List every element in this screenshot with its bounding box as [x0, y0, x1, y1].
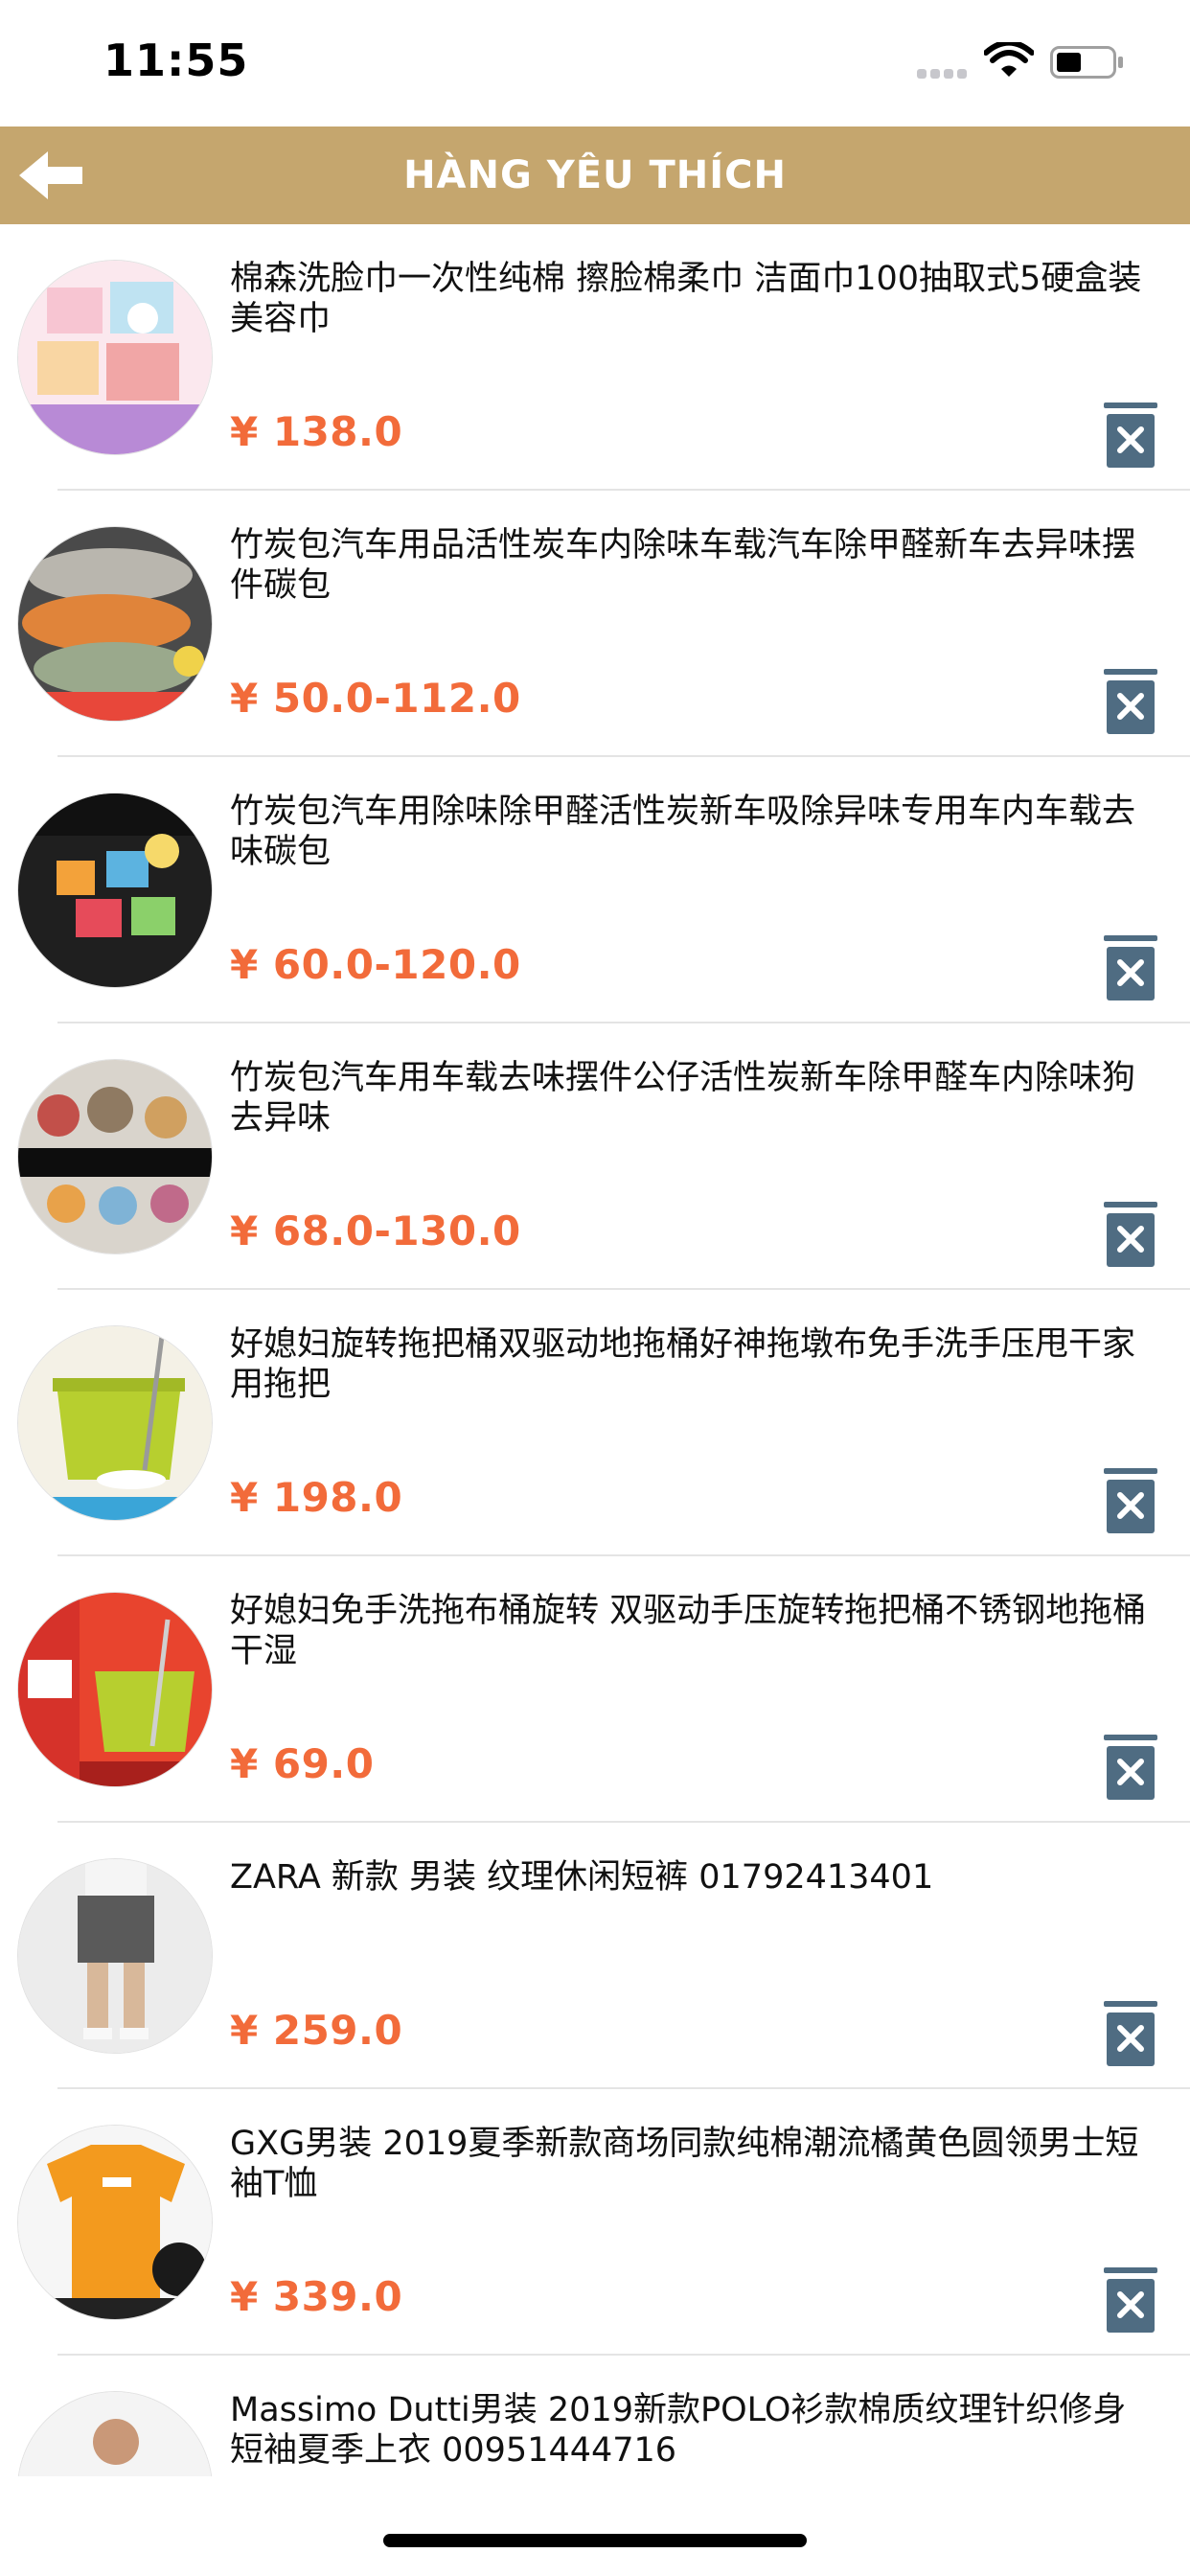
- product-image: [17, 526, 213, 722]
- product-title[interactable]: 竹炭包汽车用车载去味摆件公仔活性炭新车除甲醛车内除味狗去异味: [230, 1058, 1150, 1138]
- product-title[interactable]: 好媳妇旋转拖把桶双驱动地拖桶好神拖墩布免手洗手压甩干家用拖把: [230, 1324, 1150, 1405]
- favorite-item[interactable]: GXG男装 2019夏季新款商场同款纯棉潮流橘黄色圆领男士短袖T恤 ¥ 339.…: [0, 2089, 1190, 2356]
- product-price: ¥ 69.0: [230, 1740, 375, 1787]
- product-title[interactable]: 竹炭包汽车用除味除甲醛活性炭新车吸除异味专用车内车载去味碳包: [230, 792, 1150, 872]
- delete-button[interactable]: [1102, 2001, 1159, 2068]
- product-image: [17, 1325, 213, 1521]
- product-price: ¥ 198.0: [230, 1474, 403, 1521]
- favorite-item[interactable]: 竹炭包汽车用车载去味摆件公仔活性炭新车除甲醛车内除味狗去异味 ¥ 68.0-13…: [0, 1024, 1190, 1290]
- product-image: [17, 2125, 213, 2320]
- favorite-item[interactable]: 竹炭包汽车用除味除甲醛活性炭新车吸除异味专用车内车载去味碳包 ¥ 60.0-12…: [0, 757, 1190, 1024]
- favorite-item[interactable]: 棉森洗脸巾一次性纯棉 擦脸棉柔巾 洁面巾100抽取式5硬盒装美容巾 ¥ 138.…: [0, 224, 1190, 491]
- page-title: HÀNG YÊU THÍCH: [403, 153, 787, 197]
- status-bar: 11:55: [0, 0, 1190, 126]
- favorite-item[interactable]: 竹炭包汽车用品活性炭车内除味车载汽车除甲醛新车去异味摆件碳包 ¥ 50.0-11…: [0, 491, 1190, 757]
- delete-button[interactable]: [1102, 1202, 1159, 1269]
- favorite-item[interactable]: Massimo Dutti男装 2019新款POLO衫款棉质纹理针织修身短袖夏季…: [0, 2356, 1190, 2476]
- product-price: ¥ 50.0-112.0: [230, 675, 521, 722]
- delete-button[interactable]: [1102, 1468, 1159, 1535]
- delete-button[interactable]: [1102, 669, 1159, 736]
- product-image: [17, 2391, 213, 2476]
- product-price: ¥ 60.0-120.0: [230, 941, 521, 988]
- product-title[interactable]: 竹炭包汽车用品活性炭车内除味车载汽车除甲醛新车去异味摆件碳包: [230, 525, 1150, 606]
- favorites-list[interactable]: 棉森洗脸巾一次性纯棉 擦脸棉柔巾 洁面巾100抽取式5硬盒装美容巾 ¥ 138.…: [0, 224, 1190, 2476]
- product-image: [17, 793, 213, 988]
- delete-button[interactable]: [1102, 2267, 1159, 2334]
- wifi-icon: [984, 42, 1034, 77]
- product-image: [17, 1858, 213, 2054]
- product-image: [17, 260, 213, 455]
- product-price: ¥ 138.0: [230, 408, 403, 455]
- product-image: [17, 1592, 213, 1787]
- product-title[interactable]: Massimo Dutti男装 2019新款POLO衫款棉质纹理针织修身短袖夏季…: [230, 2390, 1150, 2471]
- product-title[interactable]: 好媳妇免手洗拖布桶旋转 双驱动手压旋转拖把桶不锈钢地拖桶干湿: [230, 1591, 1150, 1671]
- battery-icon: [1050, 46, 1123, 79]
- favorite-item[interactable]: ZARA 新款 男装 纹理休闲短裤 01792413401 ¥ 259.0: [0, 1823, 1190, 2089]
- product-price: ¥ 68.0-130.0: [230, 1208, 521, 1254]
- product-image: [17, 1059, 213, 1254]
- favorite-item[interactable]: 好媳妇旋转拖把桶双驱动地拖桶好神拖墩布免手洗手压甩干家用拖把 ¥ 198.0: [0, 1290, 1190, 1556]
- product-title[interactable]: 棉森洗脸巾一次性纯棉 擦脸棉柔巾 洁面巾100抽取式5硬盒装美容巾: [230, 259, 1150, 339]
- cellular-signal-icon: [917, 69, 974, 82]
- product-title[interactable]: GXG男装 2019夏季新款商场同款纯棉潮流橘黄色圆领男士短袖T恤: [230, 2124, 1150, 2204]
- product-price: ¥ 259.0: [230, 2007, 403, 2054]
- status-time: 11:55: [103, 34, 249, 86]
- product-price: ¥ 339.0: [230, 2273, 403, 2320]
- delete-button[interactable]: [1102, 935, 1159, 1002]
- header-bar: HÀNG YÊU THÍCH: [0, 126, 1190, 224]
- delete-button[interactable]: [1102, 402, 1159, 470]
- home-indicator[interactable]: [383, 2534, 807, 2547]
- favorite-item[interactable]: 好媳妇免手洗拖布桶旋转 双驱动手压旋转拖把桶不锈钢地拖桶干湿 ¥ 69.0: [0, 1556, 1190, 1823]
- product-title[interactable]: ZARA 新款 男装 纹理休闲短裤 01792413401: [230, 1857, 1150, 1898]
- delete-button[interactable]: [1102, 1735, 1159, 1802]
